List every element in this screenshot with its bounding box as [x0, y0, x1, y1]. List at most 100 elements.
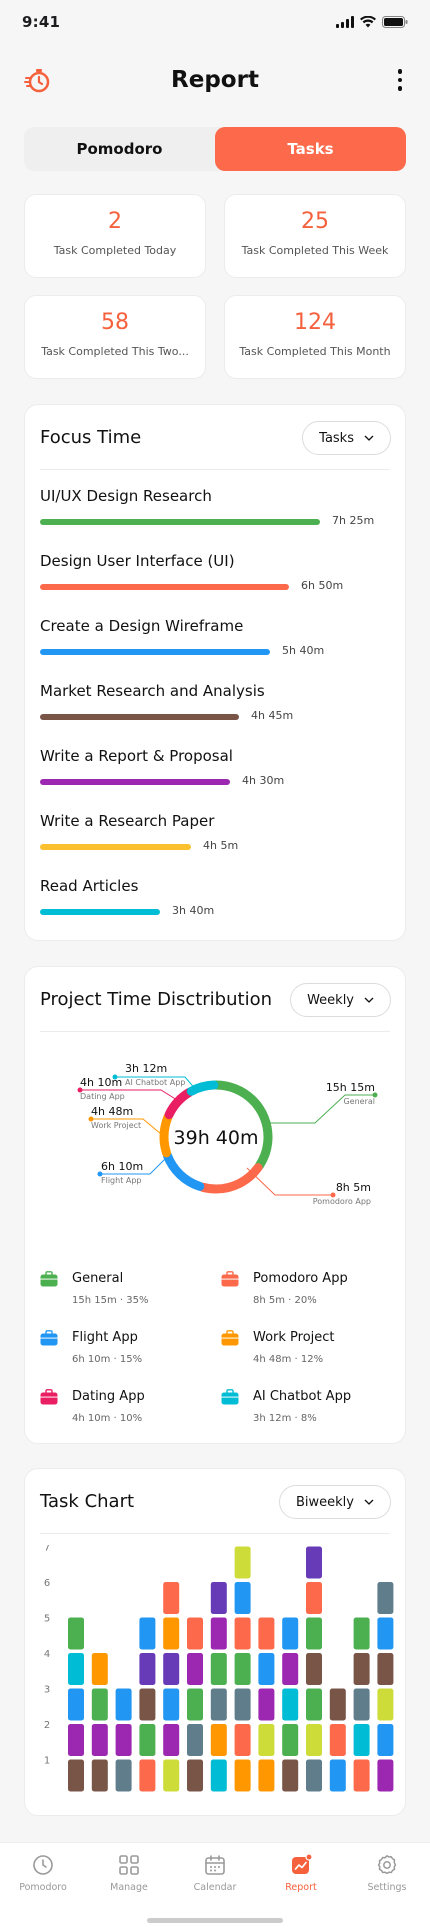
task-bar-segment — [329, 1724, 346, 1756]
task-bar-segment — [115, 1688, 132, 1721]
briefcase-icon — [221, 1330, 239, 1346]
legend-percent: 35% — [126, 1295, 149, 1306]
task-bar-segment — [187, 1653, 203, 1685]
legend-time: 8h 5m — [253, 1295, 285, 1306]
task-bar-segment — [282, 1653, 299, 1685]
status-bar: 9:41 — [0, 0, 430, 44]
task-bar-segment — [187, 1688, 203, 1721]
task-bar-segment — [282, 1617, 299, 1650]
legend-time: 4h 48m — [253, 1354, 292, 1365]
focus-item-time: 5h 40m — [282, 644, 325, 657]
focus-item-time: 4h 5m — [203, 839, 239, 852]
tab-settings-nav[interactable]: Settings — [344, 1843, 430, 1903]
project-distribution-card: Project Time Disctribution Weekly 39h 40… — [24, 966, 406, 1444]
focus-item-bar — [40, 909, 160, 915]
donut-label-time: 8h 5m — [336, 1181, 371, 1194]
more-options-button[interactable] — [382, 62, 418, 98]
stat-value: 25 — [301, 209, 329, 234]
task-bar-segment — [306, 1759, 322, 1792]
y-tick-label: 6 — [44, 1578, 50, 1589]
legend-item: General 15h 15m · 35% — [40, 1271, 210, 1315]
legend-name: Work Project — [253, 1330, 335, 1345]
task-bar-segment — [234, 1582, 251, 1614]
task-bar-segment — [210, 1653, 227, 1685]
task-bar-segment — [210, 1582, 227, 1614]
signal-icon — [336, 16, 354, 28]
legend-item: AI Chatbot App 3h 12m · 8% — [221, 1389, 391, 1433]
task-chart-title: Task Chart — [40, 1491, 135, 1512]
tab-pomodoro-nav[interactable]: Pomodoro — [0, 1843, 86, 1903]
task-bar-segment — [91, 1653, 108, 1685]
chevron-down-icon — [364, 1499, 374, 1505]
task-bar-segment — [306, 1724, 322, 1756]
focus-time-card: Focus Time Tasks UI/UX Design Research 7h… — [24, 404, 406, 941]
stat-label: Task Completed Today — [53, 244, 177, 257]
task-bar-segment — [377, 1688, 394, 1721]
donut-total: 39h 40m — [174, 1127, 259, 1149]
briefcase-icon — [221, 1271, 239, 1287]
task-bar-segment — [115, 1759, 132, 1792]
task-bar-segment — [91, 1688, 108, 1721]
task-bar-segment — [353, 1724, 370, 1756]
legend-time: 4h 10m — [72, 1413, 111, 1424]
task-bar-segment — [306, 1582, 322, 1614]
focus-item: Create a Design Wireframe 5h 40m — [40, 617, 392, 667]
task-bar-segment — [68, 1617, 84, 1650]
focus-item: UI/UX Design Research 7h 25m — [40, 487, 392, 537]
tab-label: Manage — [110, 1882, 148, 1893]
task-bar-segment — [139, 1688, 156, 1721]
task-bar-segment — [68, 1759, 84, 1792]
task-bar-segment — [258, 1617, 275, 1650]
task-bar-segment — [258, 1688, 275, 1721]
task-bar-segment — [139, 1617, 156, 1650]
task-bar-segment — [163, 1582, 180, 1614]
legend-detail: 6h 10m · 15% — [72, 1354, 142, 1365]
briefcase-icon — [40, 1330, 58, 1346]
focus-item: Design User Interface (UI) 6h 50m — [40, 552, 392, 602]
legend-separator: · — [291, 1354, 301, 1365]
tab-manage-nav[interactable]: Manage — [86, 1843, 172, 1903]
briefcase-icon — [40, 1271, 58, 1287]
legend-name: Dating App — [72, 1389, 145, 1404]
task-chart-period-dropdown[interactable]: Biweekly — [279, 1485, 391, 1519]
focus-filter-dropdown[interactable]: Tasks — [302, 421, 391, 455]
task-bar-segment — [234, 1724, 251, 1756]
stat-value: 124 — [294, 310, 336, 335]
donut-label-name: Dating App — [80, 1092, 125, 1101]
stat-value: 2 — [108, 209, 122, 234]
task-bar-segment — [377, 1653, 394, 1685]
tab-pomodoro[interactable]: Pomodoro — [24, 127, 215, 171]
battery-icon — [382, 16, 408, 28]
task-bar-segment — [163, 1653, 180, 1685]
task-bar-segment — [234, 1759, 251, 1792]
tab-label: Pomodoro — [19, 1882, 67, 1893]
tab-report-nav[interactable]: Report — [258, 1843, 344, 1903]
tab-calendar-nav[interactable]: Calendar — [172, 1843, 258, 1903]
status-icons — [336, 16, 408, 28]
y-tick-label: 3 — [44, 1685, 50, 1696]
y-tick-label: 5 — [44, 1614, 50, 1625]
legend-name: Flight App — [72, 1330, 138, 1345]
tab-tasks[interactable]: Tasks — [215, 127, 406, 171]
briefcase-icon — [221, 1389, 239, 1405]
legend-detail: 8h 5m · 20% — [253, 1295, 317, 1306]
legend-detail: 4h 48m · 12% — [253, 1354, 323, 1365]
task-bar-segment — [210, 1688, 227, 1721]
legend-separator: · — [284, 1295, 295, 1306]
report-mode-switch: Pomodoro Tasks — [24, 127, 406, 171]
gear-icon — [377, 1855, 397, 1875]
report-icon — [292, 1853, 313, 1874]
focus-item-name: Design User Interface (UI) — [40, 552, 235, 570]
donut-label-name: AI Chatbot App — [125, 1078, 185, 1087]
task-bar-segment — [306, 1653, 322, 1685]
page-title: Report — [171, 67, 259, 93]
distribution-period-dropdown[interactable]: Weekly — [290, 983, 391, 1017]
task-bar-segment — [91, 1724, 108, 1756]
task-bar-segment — [210, 1759, 227, 1792]
task-bar-segment — [187, 1617, 203, 1650]
legend-name: General — [72, 1271, 124, 1286]
focus-item: Read Articles 3h 40m — [40, 877, 392, 927]
donut-label-time: 4h 48m — [91, 1105, 133, 1118]
app-header: Report — [0, 58, 430, 102]
divider — [40, 469, 390, 470]
